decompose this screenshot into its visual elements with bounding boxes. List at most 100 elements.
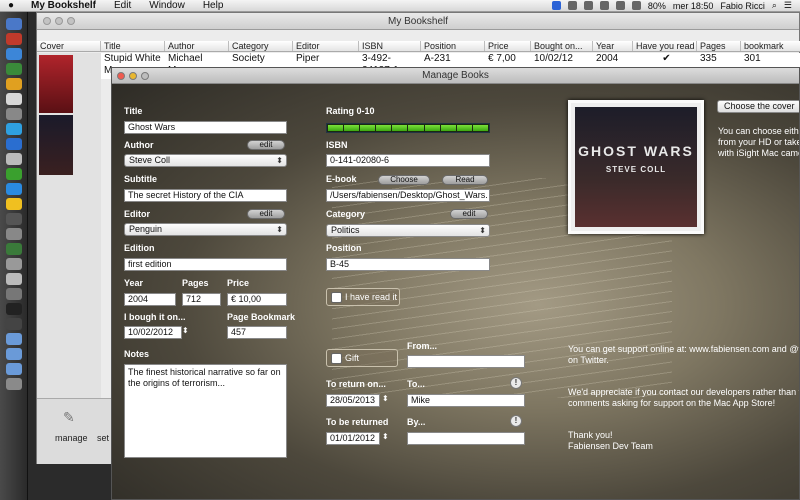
category-select[interactable]: Politics (326, 224, 490, 237)
excel-icon[interactable] (5, 168, 22, 180)
col-year[interactable]: Year (593, 41, 633, 51)
col-title[interactable]: Title (101, 41, 165, 51)
author-select[interactable]: Steve Coll (124, 154, 287, 167)
app-icon[interactable] (5, 258, 22, 270)
subtitle-field[interactable]: The secret History of the CIA (124, 189, 287, 202)
app-icon[interactable] (5, 213, 22, 225)
editor-select[interactable]: Penguin (124, 223, 287, 236)
to-field[interactable]: Mike (407, 394, 525, 407)
folder-icon[interactable] (5, 348, 22, 360)
bookshelf-status-icon[interactable] (551, 1, 561, 10)
chrome-icon[interactable] (5, 78, 22, 90)
time-machine-icon[interactable] (583, 1, 593, 10)
app-icon[interactable] (5, 228, 22, 240)
apple-menu-icon[interactable]: ● (0, 0, 22, 11)
cover-thumbnail[interactable] (39, 115, 73, 175)
category-edit-button[interactable]: edit (450, 209, 488, 219)
date-stepper[interactable]: ⬍ (382, 394, 389, 403)
app-icon[interactable] (5, 63, 22, 75)
pages-field[interactable]: 712 (182, 293, 221, 306)
title-field[interactable]: Ghost Wars (124, 121, 287, 134)
col-editor[interactable]: Editor (293, 41, 359, 51)
isbn-field[interactable]: 0-141-02080-6 (326, 154, 490, 167)
col-price[interactable]: Price (485, 41, 531, 51)
finder-icon[interactable] (5, 18, 22, 30)
menu-app[interactable]: My Bookshelf (22, 0, 105, 11)
col-position[interactable]: Position (421, 41, 485, 51)
year-field[interactable]: 2004 (124, 293, 176, 306)
close-icon[interactable] (117, 72, 125, 80)
list-icon[interactable]: ☰ (784, 0, 792, 11)
minimize-icon[interactable] (55, 17, 63, 25)
col-bought[interactable]: Bought on... (531, 41, 593, 51)
folder-icon[interactable] (5, 333, 22, 345)
trash-icon[interactable] (5, 378, 22, 390)
from-field[interactable] (407, 355, 525, 368)
price-field[interactable]: € 10,00 (227, 293, 287, 306)
menu-help[interactable]: Help (194, 0, 233, 11)
col-isbn[interactable]: ISBN (359, 41, 421, 51)
app-icon[interactable] (5, 243, 22, 255)
user-name[interactable]: Fabio Ricci (720, 1, 765, 11)
date-stepper[interactable]: ⬍ (382, 432, 389, 441)
skype-icon[interactable] (5, 123, 22, 135)
zoom-icon[interactable] (67, 17, 75, 25)
col-category[interactable]: Category (229, 41, 293, 51)
col-author[interactable]: Author (165, 41, 229, 51)
ebook-path-field[interactable]: /Users/fabiensen/Desktop/Ghost_Wars. (326, 189, 490, 202)
menu-window[interactable]: Window (140, 0, 194, 11)
author-edit-button[interactable]: edit (247, 140, 285, 150)
return-date-field[interactable]: 28/05/2013 (326, 394, 380, 407)
bought-date-field[interactable]: 10/02/2012 (124, 326, 182, 339)
edition-field[interactable]: first edition (124, 258, 287, 271)
calendar-icon[interactable] (5, 273, 22, 285)
wifi-icon[interactable] (615, 1, 625, 10)
col-read[interactable]: Have you read it? (633, 41, 697, 51)
folder-icon[interactable] (5, 363, 22, 375)
rating-indicator[interactable] (326, 123, 490, 133)
notes-textarea[interactable]: The finest historical narrative so far o… (124, 364, 287, 458)
edit-icon[interactable]: ✎ (63, 409, 75, 426)
ebook-read-button[interactable]: Read (442, 175, 488, 185)
by-field[interactable] (407, 432, 525, 445)
manage-button[interactable]: manage (55, 433, 88, 443)
zoom-icon[interactable] (141, 72, 149, 80)
ebook-choose-button[interactable]: Choose (378, 175, 430, 185)
app-icon[interactable] (5, 198, 22, 210)
returned-date-field[interactable]: 01/01/2012 (326, 432, 380, 445)
minimize-icon[interactable] (129, 72, 137, 80)
have-read-checkbox[interactable]: I have read it (326, 288, 400, 306)
terminal-icon[interactable] (5, 303, 22, 315)
bluetooth-icon[interactable] (599, 1, 609, 10)
choose-cover-button[interactable]: Choose the cover (717, 100, 799, 113)
app-icon[interactable] (5, 33, 22, 45)
menu-edit[interactable]: Edit (105, 0, 140, 11)
app-icon[interactable] (5, 93, 22, 105)
bookmark-field[interactable]: 457 (227, 326, 287, 339)
clock[interactable]: mer 18:50 (673, 1, 714, 11)
alert-icon[interactable]: ! (510, 377, 522, 389)
position-field[interactable]: B-45 (326, 258, 490, 271)
sync-icon[interactable] (567, 1, 577, 10)
word-icon[interactable] (5, 138, 22, 150)
col-bookmark[interactable]: bookmark (741, 41, 800, 51)
safari-icon[interactable] (5, 48, 22, 60)
app-icon[interactable] (5, 318, 22, 330)
alert-icon[interactable]: ! (510, 415, 522, 427)
gift-checkbox[interactable]: Gift (326, 349, 398, 367)
search-icon[interactable]: ⌕ (772, 0, 777, 11)
battery-level[interactable]: 80% (648, 1, 666, 11)
col-pages[interactable]: Pages (697, 41, 741, 51)
cover-preview[interactable]: GHOST WARS STEVE COLL (568, 100, 704, 234)
twitter-icon[interactable] (5, 183, 22, 195)
col-cover[interactable]: Cover (37, 41, 101, 51)
volume-icon[interactable] (631, 1, 641, 10)
editor-edit-button[interactable]: edit (247, 209, 285, 219)
close-icon[interactable] (43, 17, 51, 25)
app-icon[interactable] (5, 288, 22, 300)
cover-thumbnail[interactable] (39, 55, 73, 113)
app-icon[interactable] (5, 108, 22, 120)
settings-button[interactable]: set (97, 433, 109, 443)
date-stepper[interactable]: ⬍ (182, 326, 189, 335)
app-icon[interactable] (5, 153, 22, 165)
